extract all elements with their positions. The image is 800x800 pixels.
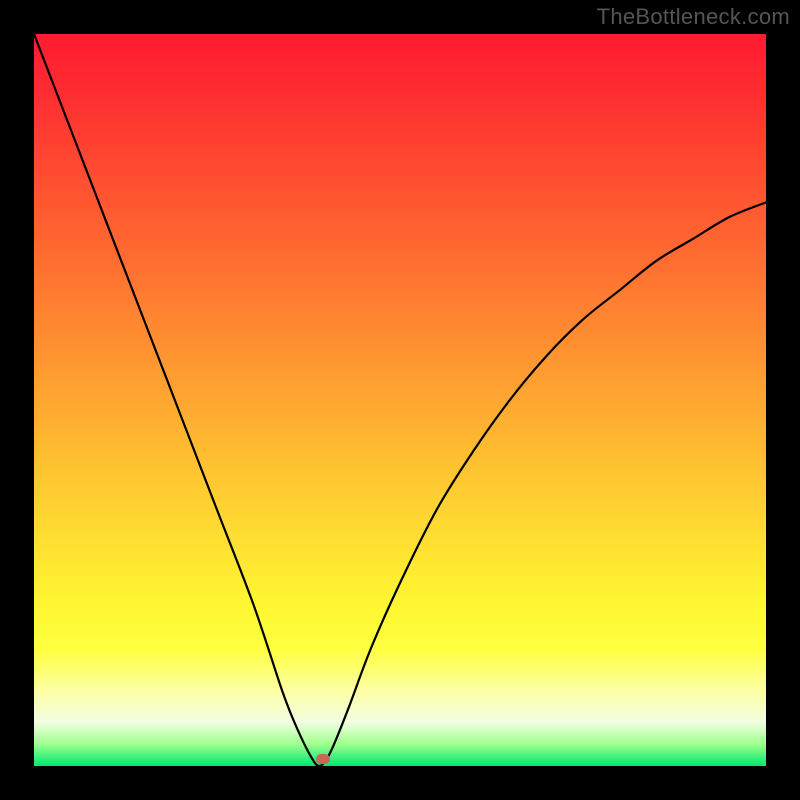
bottleneck-curve [34, 34, 766, 766]
plot-area [34, 34, 766, 766]
curve-layer [34, 34, 766, 766]
chart-frame: TheBottleneck.com [0, 0, 800, 800]
watermark-text: TheBottleneck.com [597, 4, 790, 30]
optimal-point-marker [316, 754, 330, 764]
